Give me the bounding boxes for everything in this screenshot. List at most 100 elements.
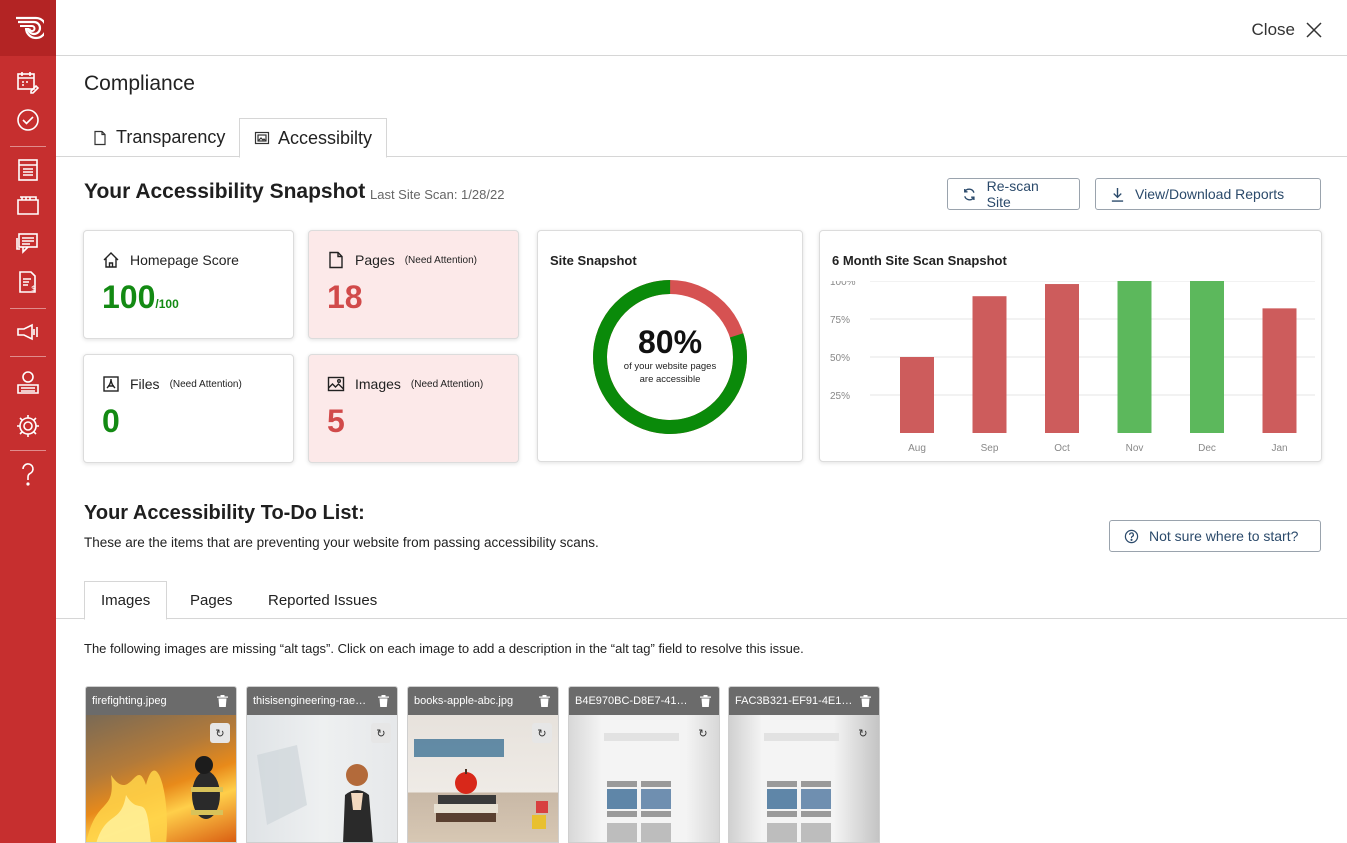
tab-images[interactable]: Images [84, 581, 168, 620]
reports-label: View/Download Reports [1135, 186, 1285, 202]
todo-subtitle: These are the items that are preventing … [84, 535, 599, 550]
x-tick-label: Nov [1126, 443, 1144, 454]
document-icon [329, 251, 343, 269]
bar-oct[interactable] [1045, 284, 1079, 433]
thumbnail-header: firefighting.jpeg [86, 687, 236, 715]
bar-nov[interactable] [1117, 281, 1152, 433]
tab-pages[interactable]: Pages [174, 581, 249, 619]
image-thumbnail[interactable]: thisisengineering-raeng... ↻ [246, 686, 398, 843]
todo-tabs: Images Pages Reported Issues [56, 581, 1347, 620]
books-apple-image: ↻ [408, 715, 558, 842]
donut-caption-line1: of your website pages [623, 361, 717, 372]
rescan-site-button[interactable]: Re-scan Site [947, 178, 1080, 210]
pages-attention-card[interactable]: Pages (Need Attention) 18 [308, 230, 519, 339]
user-icon[interactable] [14, 368, 42, 396]
document-icon [94, 130, 106, 145]
x-tick-label: Jan [1271, 443, 1287, 454]
trash-icon[interactable] [539, 695, 550, 707]
x-tick-label: Aug [908, 443, 926, 454]
close-icon [1306, 22, 1322, 38]
page-title: Compliance [84, 72, 195, 95]
screenshot-image: ↻ [729, 715, 879, 842]
tab-accessibility[interactable]: Accessibilty [239, 118, 388, 158]
not-sure-where-to-start-button[interactable]: Not sure where to start? [1109, 520, 1321, 552]
refresh-icon [964, 188, 975, 200]
trash-icon[interactable] [860, 695, 871, 707]
six-month-chart-card: 6 Month Site Scan Snapshot 100% 75% 50% 25%… [819, 230, 1322, 462]
firefighting-image: ↻ [86, 715, 236, 842]
megaphone-icon[interactable] [14, 318, 42, 346]
rotate-icon[interactable]: ↻ [693, 723, 713, 743]
rotate-icon[interactable]: ↻ [853, 723, 873, 743]
last-scan-date: Last Site Scan: 1/28/22 [370, 187, 505, 202]
trash-icon[interactable] [378, 695, 389, 707]
sidebar-divider [10, 146, 46, 147]
image-icon [254, 131, 270, 145]
images-attention-card[interactable]: Images (Need Attention) 5 [308, 354, 519, 463]
thumbnail-header: thisisengineering-raeng... [247, 687, 397, 715]
image-thumbnail[interactable]: FAC3B321-EF91-4E13-8... ↻ [728, 686, 880, 843]
logo[interactable] [0, 0, 56, 56]
homepage-score-card[interactable]: Homepage Score 100/100 [83, 230, 294, 339]
rotate-icon[interactable]: ↻ [210, 723, 230, 743]
thumbnail-filename: thisisengineering-raeng... [253, 695, 371, 707]
view-download-reports-button[interactable]: View/Download Reports [1095, 178, 1321, 210]
instructions-text: The following images are missing “alt ta… [84, 641, 804, 656]
sidebar-divider [10, 450, 46, 451]
site-snapshot-title: Site Snapshot [550, 253, 637, 268]
donut-caption-line2: are accessible [639, 374, 701, 385]
need-attention-note: (Need Attention) [169, 378, 242, 390]
svg-text:$: $ [31, 284, 36, 293]
homepage-score-label: Homepage Score [102, 251, 239, 269]
rotate-icon[interactable]: ↻ [532, 723, 552, 743]
bar-dec[interactable] [1190, 281, 1224, 433]
donut-chart: 80% of your website pages are accessible [590, 277, 750, 437]
thumbnail-filename: B4E970BC-D8E7-4190-... [575, 695, 693, 707]
thumbnail-header: FAC3B321-EF91-4E13-8... [729, 687, 879, 715]
folder-icon[interactable] [14, 192, 42, 220]
x-tick-label: Sep [981, 443, 999, 454]
screenshot-image: ↻ [569, 715, 719, 842]
main-tabs: Transparency Accessibilty [56, 118, 1347, 158]
site-snapshot-card: Site Snapshot 80% of your website pages … [537, 230, 803, 462]
help-icon[interactable] [14, 460, 42, 488]
donut-center-text: 80% of your website pages are accessible [590, 325, 750, 385]
image-thumbnail[interactable]: firefighting.jpeg ↻ [85, 686, 237, 843]
x-tick-label: Dec [1198, 443, 1216, 454]
bar-sep[interactable] [972, 296, 1007, 433]
y-tick-label: 75% [830, 315, 850, 326]
trash-icon[interactable] [700, 695, 711, 707]
accessible-percent: 80% [637, 324, 703, 360]
bar-jan[interactable] [1262, 308, 1297, 433]
images-value: 5 [327, 403, 345, 439]
close-label: Close [1251, 20, 1295, 39]
image-thumbnail[interactable]: books-apple-abc.jpg ↻ [407, 686, 559, 843]
thumbnail-filename: FAC3B321-EF91-4E13-8... [735, 695, 853, 707]
close-button[interactable]: Close [1252, 20, 1323, 40]
top-bar: Close [56, 0, 1347, 56]
download-icon [1111, 187, 1124, 202]
thumbnail-filename: books-apple-abc.jpg [414, 695, 514, 707]
bar-aug[interactable] [900, 357, 934, 433]
need-attention-note: (Need Attention) [404, 254, 477, 266]
image-thumbnail[interactable]: B4E970BC-D8E7-4190-... ↻ [568, 686, 720, 843]
calendar-edit-icon[interactable] [14, 68, 42, 96]
rotate-icon[interactable]: ↻ [371, 723, 391, 743]
pages-value: 18 [327, 279, 363, 315]
trash-icon[interactable] [217, 695, 228, 707]
todo-title: Your Accessibility To-Do List: [84, 502, 365, 524]
tab-reported-issues[interactable]: Reported Issues [252, 581, 393, 619]
chat-icon[interactable] [14, 230, 42, 258]
files-value: 0 [102, 403, 120, 439]
invoice-icon[interactable]: $ [14, 268, 42, 296]
sidebar-divider [10, 356, 46, 357]
pdf-icon [103, 376, 119, 392]
thumbnail-header: books-apple-abc.jpg [408, 687, 558, 715]
question-circle-icon [1124, 529, 1139, 543]
files-attention-card[interactable]: Files (Need Attention) 0 [83, 354, 294, 463]
sidebar-divider [10, 308, 46, 309]
gear-icon[interactable] [14, 412, 42, 440]
check-circle-icon[interactable] [14, 106, 42, 134]
tab-transparency[interactable]: Transparency [78, 118, 239, 157]
pages-icon[interactable] [14, 156, 42, 184]
